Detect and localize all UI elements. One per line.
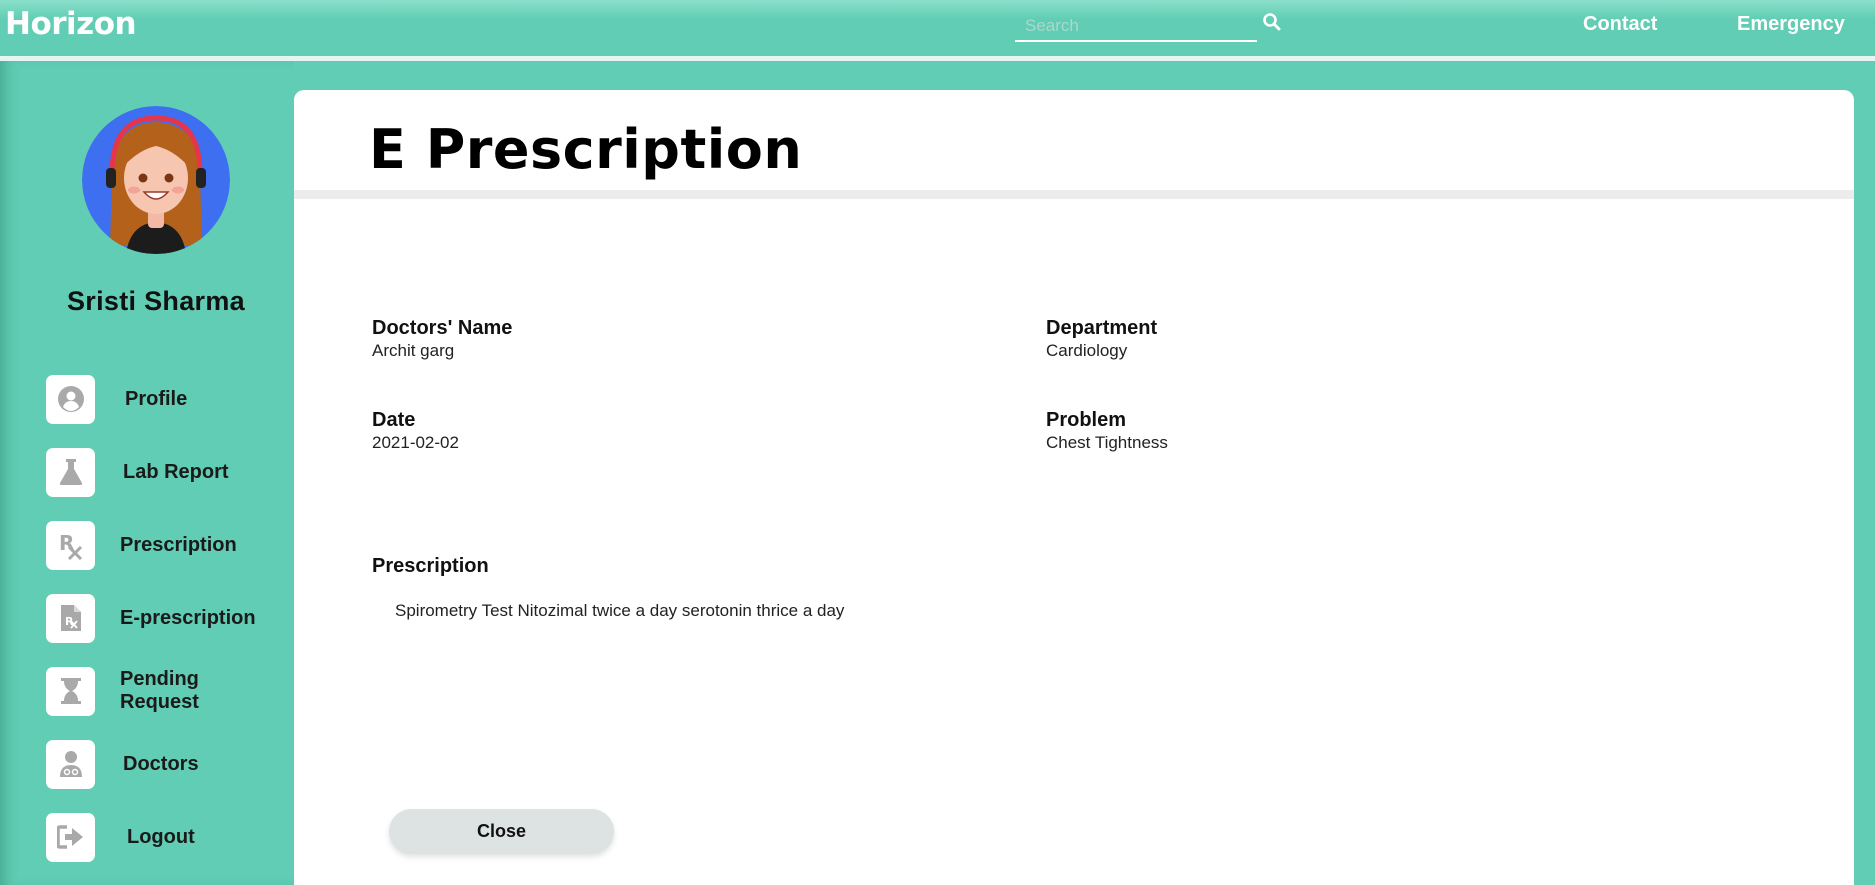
prescription-text: Spirometry Test Nitozimal twice a day se… [395, 601, 845, 620]
department-label: Department [1046, 317, 1158, 339]
flask-icon [59, 459, 82, 485]
sidebar-item-profile[interactable]: Profile [46, 374, 286, 424]
close-button[interactable]: Close [389, 809, 614, 854]
sidebar-item-label: Logout [127, 825, 195, 848]
doctor-icon [59, 751, 82, 777]
sidebar-item-doctors[interactable]: Doctors [46, 739, 286, 789]
page-title: E Prescription [369, 118, 803, 181]
sidebar-item-label: Lab Report [123, 460, 229, 483]
sidebar-item-lab-report[interactable]: Lab Report [46, 447, 286, 497]
date-value: 2021-02-02 [372, 433, 459, 452]
problem-label: Problem [1046, 409, 1127, 431]
sidebar-item-e-prescription[interactable]: R E-prescription [46, 593, 286, 643]
hourglass-icon [60, 678, 81, 704]
sidebar-icon-box [46, 666, 95, 716]
nav-emergency-link[interactable]: Emergency [1737, 13, 1845, 36]
search-input[interactable] [1015, 10, 1257, 40]
sidebar-item-label: Prescription [120, 533, 237, 556]
problem-value: Chest Tightness [1046, 433, 1168, 452]
user-circle-icon [57, 386, 84, 412]
prescription-card [294, 90, 1854, 885]
sidebar-item-label: Doctors [123, 752, 199, 775]
sidebar-item-label: E-prescription [120, 606, 256, 629]
rx-file-icon: R [60, 605, 81, 631]
user-avatar [82, 106, 230, 254]
sidebar-icon-box [46, 812, 95, 862]
doctor-name-value: Archit garg [372, 341, 455, 360]
doctor-name-label: Doctors' Name [372, 317, 513, 339]
search-field[interactable] [1015, 10, 1257, 42]
logout-icon [56, 825, 83, 849]
sidebar-item-label: Pending Request [120, 668, 199, 713]
department-value: Cardiology [1046, 341, 1128, 360]
sidebar-item-label: Profile [125, 387, 188, 410]
sidebar-icon-box: R [46, 593, 95, 643]
nav-contact-link[interactable]: Contact [1583, 13, 1657, 36]
sidebar-icon-box [46, 739, 95, 789]
prescription-label: Prescription [372, 555, 489, 577]
sidebar-item-pending-request[interactable]: Pending Request [46, 666, 286, 716]
sidebar-icon-box [46, 374, 95, 424]
sidebar-item-prescription[interactable]: R Prescription [46, 520, 286, 570]
title-divider [294, 190, 1854, 199]
sidebar-item-logout[interactable]: Logout [46, 812, 286, 862]
rx-icon: R [59, 531, 82, 560]
sidebar-icon-box: R [46, 520, 95, 570]
date-label: Date [372, 409, 416, 431]
user-name: Sristi Sharma [67, 286, 245, 316]
brand-logo[interactable]: Horizon [5, 6, 137, 42]
search-icon[interactable] [1262, 12, 1282, 32]
sidebar-icon-box [46, 447, 95, 497]
